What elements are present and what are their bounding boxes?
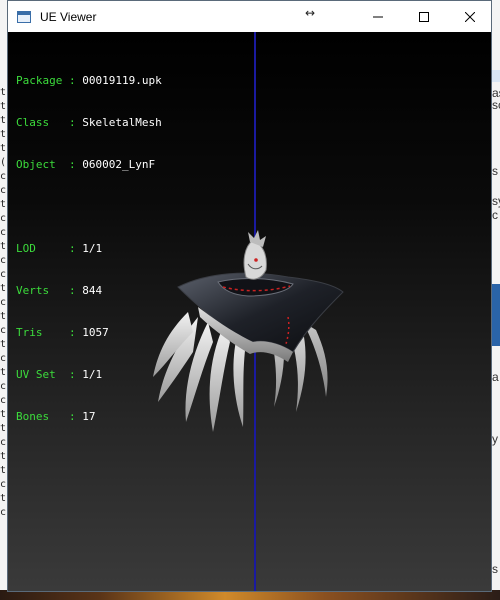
window-icon: [16, 9, 32, 25]
minimize-icon: [373, 16, 383, 17]
background-text-fragment: sy: [492, 194, 500, 208]
background-text-fragment: y: [492, 432, 498, 446]
title-bar[interactable]: UE Viewer ↔: [8, 1, 491, 32]
info-row-class: Class : SkeletalMesh: [16, 116, 162, 129]
background-text-fragment: s: [492, 562, 498, 576]
tris-value: 1057: [82, 326, 109, 339]
background-text-fragment: c: [492, 208, 498, 222]
background-text-fragment: s: [492, 164, 498, 178]
verts-value: 844: [82, 284, 103, 297]
package-value: 00019119.upk: [82, 74, 162, 87]
maximize-button[interactable]: [401, 1, 447, 32]
maximize-icon: [419, 11, 429, 22]
head-ornament: [243, 230, 267, 280]
bones-value: 17: [82, 410, 96, 423]
resize-icon[interactable]: ↔: [305, 6, 315, 20]
info-row-package: Package : 00019119.upk: [16, 74, 162, 87]
class-value: SkeletalMesh: [82, 116, 162, 129]
3d-viewport[interactable]: Package : 00019119.upk Class : SkeletalM…: [8, 32, 491, 591]
close-icon: [465, 11, 475, 22]
window-title: UE Viewer: [40, 9, 97, 24]
minimize-button[interactable]: [355, 1, 401, 32]
background-text-fragment: a: [492, 370, 499, 384]
background-text-fragment: sc: [492, 98, 500, 112]
ue-viewer-window[interactable]: UE Viewer ↔ Package : 00019119.upk Class…: [7, 0, 492, 592]
info-row-object: Object : 060002_LynF: [16, 158, 156, 171]
close-button[interactable]: [447, 1, 493, 32]
skeletal-mesh-render[interactable]: [138, 192, 368, 442]
object-value: 060002_LynF: [82, 158, 156, 171]
uvset-value: 1/1: [82, 368, 103, 381]
lod-value: 1/1: [82, 242, 103, 255]
